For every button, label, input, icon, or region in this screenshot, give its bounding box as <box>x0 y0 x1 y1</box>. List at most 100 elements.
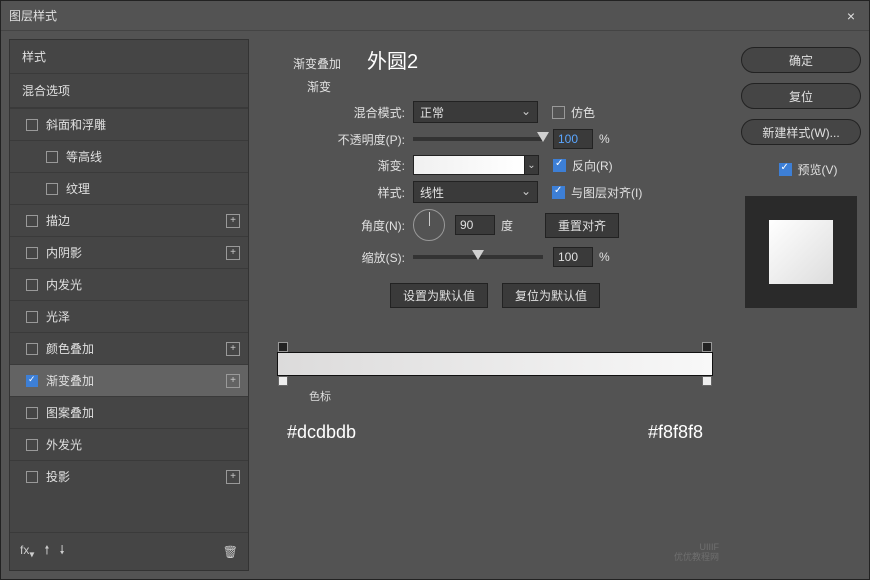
close-icon[interactable]: × <box>841 6 861 26</box>
effect-checkbox[interactable] <box>26 119 38 131</box>
effect-item[interactable]: 光泽 <box>10 300 248 332</box>
effect-checkbox[interactable] <box>26 343 38 355</box>
add-effect-icon[interactable]: + <box>226 214 240 228</box>
preview-label: 预览(V) <box>798 161 838 178</box>
titlebar: 图层样式 × <box>1 1 869 31</box>
opacity-stop-left[interactable] <box>278 342 288 352</box>
scale-pct: % <box>599 250 610 264</box>
color-stop-label: 色标 <box>309 388 713 404</box>
effect-item[interactable]: 内阴影 + <box>10 236 248 268</box>
scale-slider[interactable] <box>413 255 543 259</box>
effect-checkbox[interactable] <box>26 279 38 291</box>
effect-checkbox[interactable] <box>26 247 38 259</box>
reset-default-button[interactable]: 复位为默认值 <box>502 283 600 308</box>
effect-checkbox[interactable] <box>26 471 38 483</box>
align-checkbox[interactable] <box>552 186 565 199</box>
styles-header[interactable]: 样式 <box>10 40 248 74</box>
angle-input[interactable] <box>455 215 495 235</box>
effect-item[interactable]: 渐变叠加+ <box>10 364 248 396</box>
effect-label: 等高线 <box>66 148 102 165</box>
effect-label: 外发光 <box>46 436 82 453</box>
gradient-editor: 色标 #dcdbdb #f8f8f8 <box>263 352 727 443</box>
effect-item[interactable]: 纹理 <box>10 172 248 204</box>
effect-item[interactable]: 描边+ <box>10 204 248 236</box>
panel-footer: fx▾ 🠕 🠗 🗑 <box>10 532 248 570</box>
opacity-pct: % <box>599 132 610 146</box>
dither-checkbox[interactable] <box>552 106 565 119</box>
blend-mode-label: 混合模式: <box>263 104 413 121</box>
degree-label: 度 <box>501 217 513 234</box>
new-style-button[interactable]: 新建样式(W)... <box>741 119 861 145</box>
effect-item[interactable]: 斜面和浮雕 <box>10 108 248 140</box>
effect-checkbox[interactable] <box>26 311 38 323</box>
style-label: 样式: <box>263 184 413 201</box>
blend-mode-select[interactable]: 正常 <box>413 101 538 123</box>
effect-label: 纹理 <box>66 180 90 197</box>
add-effect-icon[interactable]: + <box>226 342 240 356</box>
ok-button[interactable]: 确定 <box>741 47 861 73</box>
effect-label: 投影 <box>46 468 70 485</box>
angle-dial[interactable] <box>413 209 445 241</box>
window-title: 图层样式 <box>9 7 57 24</box>
arrow-down-icon[interactable]: 🠗 <box>60 541 65 562</box>
action-panel: 确定 复位 新建样式(W)... 预览(V) <box>741 39 861 571</box>
gradient-bar[interactable] <box>277 352 713 376</box>
blend-options-header[interactable]: 混合选项 <box>10 74 248 108</box>
reverse-checkbox[interactable] <box>553 159 566 172</box>
preview-checkbox[interactable] <box>779 163 792 176</box>
effect-title: 渐变叠加 <box>293 55 341 72</box>
effect-item[interactable]: 等高线 <box>10 140 248 172</box>
annotation-outer-circle: 外圆2 <box>367 45 418 74</box>
effect-label: 内阴影 <box>46 244 82 261</box>
effect-item[interactable]: 投影 + <box>10 460 248 492</box>
opacity-slider[interactable] <box>413 137 543 141</box>
dither-label: 仿色 <box>571 104 595 121</box>
style-select[interactable]: 线性 <box>413 181 538 203</box>
gradient-dropdown-icon[interactable]: ⌄ <box>525 155 539 175</box>
effect-label: 图案叠加 <box>46 404 94 421</box>
add-effect-icon[interactable]: + <box>226 246 240 260</box>
reset-align-button[interactable]: 重置对齐 <box>545 213 619 238</box>
align-label: 与图层对齐(I) <box>571 184 642 201</box>
effect-checkbox[interactable] <box>26 439 38 451</box>
scale-input[interactable] <box>553 247 593 267</box>
reverse-label: 反向(R) <box>572 157 613 174</box>
reset-button[interactable]: 复位 <box>741 83 861 109</box>
opacity-stop-right[interactable] <box>702 342 712 352</box>
styles-panel: 样式 混合选项 斜面和浮雕等高线纹理描边+内阴影+内发光光泽颜色叠加+渐变叠加+… <box>9 39 249 571</box>
gradient-label: 渐变: <box>263 157 413 174</box>
add-effect-icon[interactable]: + <box>226 470 240 484</box>
preview-thumbnail <box>745 196 857 308</box>
effect-checkbox[interactable] <box>26 215 38 227</box>
dialog-body: 样式 混合选项 斜面和浮雕等高线纹理描边+内阴影+内发光光泽颜色叠加+渐变叠加+… <box>1 31 869 579</box>
effect-item[interactable]: 颜色叠加 + <box>10 332 248 364</box>
effect-checkbox[interactable] <box>46 151 58 163</box>
effect-item[interactable]: 图案叠加 <box>10 396 248 428</box>
color-stop-right[interactable] <box>702 376 712 386</box>
layer-style-dialog: 图层样式 × 样式 混合选项 斜面和浮雕等高线纹理描边+内阴影+内发光光泽颜色叠… <box>0 0 870 580</box>
opacity-label: 不透明度(P): <box>263 131 413 148</box>
annotation-color-left: #dcdbdb <box>287 422 356 443</box>
annotation-color-right: #f8f8f8 <box>648 422 703 443</box>
effect-checkbox[interactable] <box>26 407 38 419</box>
color-stop-left[interactable] <box>278 376 288 386</box>
effect-item[interactable]: 外发光 <box>10 428 248 460</box>
opacity-input[interactable] <box>553 129 593 149</box>
effect-label: 内发光 <box>46 276 82 293</box>
scale-label: 缩放(S): <box>263 249 413 266</box>
arrow-up-icon[interactable]: 🠕 <box>44 541 49 562</box>
effect-checkbox[interactable] <box>46 183 58 195</box>
make-default-button[interactable]: 设置为默认值 <box>390 283 488 308</box>
gradient-section-title: 渐变 <box>307 78 727 95</box>
add-effect-icon[interactable]: + <box>226 374 240 388</box>
effect-checkbox[interactable] <box>26 375 38 387</box>
trash-icon[interactable]: 🗑 <box>223 545 238 559</box>
settings-panel: 渐变叠加 外圆2 渐变 混合模式: 正常 仿色 不透明度(P): % 渐变: <box>263 39 727 571</box>
gradient-swatch[interactable] <box>413 155 525 175</box>
fx-icon[interactable]: fx▾ <box>20 543 34 560</box>
effect-label: 斜面和浮雕 <box>46 116 106 133</box>
effect-item[interactable]: 内发光 <box>10 268 248 300</box>
watermark: UIIIF优优教程网 <box>674 543 719 563</box>
effect-label: 颜色叠加 <box>46 340 94 357</box>
effect-list: 斜面和浮雕等高线纹理描边+内阴影+内发光光泽颜色叠加+渐变叠加+图案叠加外发光投… <box>10 108 248 492</box>
